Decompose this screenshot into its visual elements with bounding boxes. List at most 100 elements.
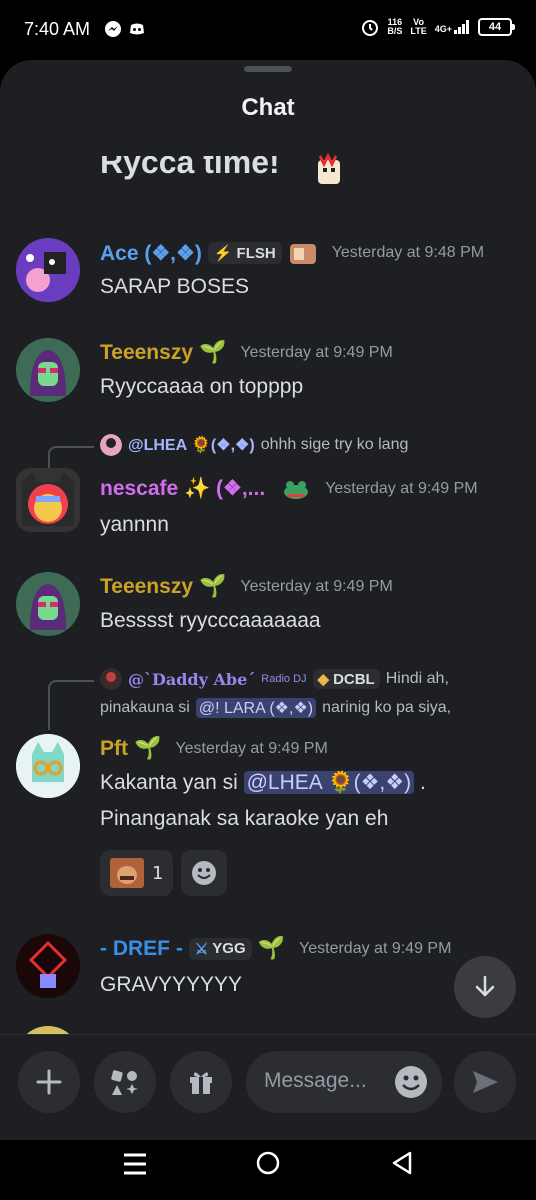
reply-author[interactable]: @`Daddy Abe´ (128, 670, 255, 689)
timestamp: Yesterday at 9:49 PM (325, 479, 478, 497)
reply-preview[interactable]: @LHEA 🌻(❖,❖) ohhh sige try ko lang (100, 434, 408, 456)
avatar[interactable] (16, 734, 80, 798)
message-text: GRAVYYYYYY (100, 973, 242, 996)
back-icon[interactable] (390, 1150, 414, 1176)
network-type: 4G+ (434, 24, 452, 34)
page-title: Chat (241, 94, 295, 121)
message-text: Kakanta yan si @LHEA 🌻(❖,❖) . (100, 766, 426, 800)
timestamp: Yesterday at 9:49 PM (240, 577, 393, 595)
partial-message-text: Rycca time! (100, 144, 280, 180)
menu-icon[interactable] (122, 1152, 148, 1176)
reply-avatar (100, 668, 122, 690)
gift-button[interactable] (170, 1051, 232, 1113)
message-text-end: . (419, 771, 426, 794)
message-header: Teeenszy 🌱 Yesterday at 9:49 PM (100, 574, 393, 599)
message-header: Ace (❖,❖) ⚡ FLSH Yesterday at 9:48 PM (100, 240, 484, 266)
seedling-icon: 🌱 (199, 574, 227, 599)
avatar[interactable] (16, 468, 80, 532)
username[interactable]: Teeenszy (100, 575, 193, 599)
volte-indicator: Vo LTE (410, 18, 426, 36)
message-item[interactable]: Ace (❖,❖) ⚡ FLSH Yesterday at 9:48 PM SA… (0, 232, 536, 312)
gift-icon (190, 1072, 212, 1094)
battery-icon: 44 (478, 18, 515, 36)
tag-icon: ◆ (317, 671, 330, 688)
system-nav-bar (0, 1140, 536, 1200)
frog-icon (284, 480, 309, 499)
battery-level: 44 (488, 21, 502, 33)
reaction-chip[interactable]: 1 (100, 850, 174, 896)
reply-role: Radio DJ (261, 673, 307, 685)
messenger-icon (105, 21, 121, 37)
jump-to-bottom-button[interactable] (454, 956, 516, 1018)
avatar[interactable] (16, 338, 80, 402)
avatar[interactable] (16, 572, 80, 636)
reaction-count: 1 (152, 862, 164, 884)
reply-connector (48, 680, 94, 730)
message-text: Ryyccaaaa on topppp (100, 375, 304, 398)
sword-icon: ⚔ (194, 940, 209, 958)
message-text: SARAP BOSES (100, 275, 250, 298)
server-tag[interactable]: ⚔ YGG (188, 937, 252, 960)
apps-icon (111, 1070, 138, 1095)
apps-button[interactable] (94, 1051, 156, 1113)
message-composer: Message... (0, 1034, 536, 1140)
server-tag-label: FLSH (236, 244, 276, 262)
username[interactable]: Pft (100, 737, 128, 761)
sheet-drag-handle[interactable] (244, 66, 292, 72)
username[interactable]: Teeenszy (100, 341, 193, 365)
net-speed: 116 B/S (387, 18, 402, 36)
reaction-emoji-icon (110, 858, 144, 888)
send-button[interactable] (454, 1051, 516, 1113)
seedling-icon: 🌱 (199, 340, 227, 365)
timestamp: Yesterday at 9:49 PM (299, 939, 452, 957)
message-item[interactable]: Teeenszy 🌱 Yesterday at 9:49 PM Ryyccaaa… (0, 332, 536, 412)
message-item[interactable]: nescafe ✨ (❖,... Yesterday at 9:49 PM ya… (0, 466, 536, 546)
send-icon (473, 1071, 498, 1093)
message-text-start: Kakanta yan si (100, 771, 238, 794)
message-header: Teeenszy 🌱 Yesterday at 9:49 PM (100, 340, 393, 365)
username[interactable]: Ace (❖,❖) (100, 241, 202, 266)
attach-button[interactable] (18, 1051, 80, 1113)
username[interactable]: nescafe ✨ (❖,... (100, 476, 265, 501)
reply-connector (48, 446, 94, 468)
volte-bottom: LTE (410, 26, 427, 36)
plus-icon (36, 1069, 62, 1095)
timestamp: Yesterday at 9:48 PM (331, 244, 485, 261)
server-tag[interactable]: ⚡ FLSH (207, 242, 282, 264)
emoji-icon (192, 861, 217, 885)
home-icon[interactable] (255, 1150, 281, 1176)
lightning-icon: ⚡ (213, 245, 233, 262)
alarm-icon (362, 20, 379, 36)
avatar[interactable] (16, 934, 80, 998)
message-header: Pft 🌱 Yesterday at 9:49 PM (100, 736, 328, 761)
message-header: - DREF - ⚔ YGG 🌱 Yesterday at 9:49 PM (100, 936, 451, 961)
reply-text: ohhh sige try ko lang (260, 436, 409, 453)
reply-text-line2: pinakauna si (100, 699, 190, 716)
server-tag-label: YGG (212, 940, 246, 957)
username[interactable]: - DREF - (100, 937, 183, 961)
message-input-placeholder: Message... (264, 1069, 367, 1092)
reply-author[interactable]: @LHEA 🌻(❖,❖) (128, 435, 255, 455)
reply-text-line2-end: narinig ko pa siya, (322, 699, 452, 716)
message-text: Besssst ryycccaaaaaaa (100, 609, 321, 632)
status-time: 7:40 AM (24, 19, 91, 39)
message-item[interactable]: Pft 🌱 Yesterday at 9:49 PM Kakanta yan s… (0, 730, 536, 930)
net-speed-unit: B/S (387, 26, 403, 36)
status-bar: 7:40 AM 116 B/S Vo LTE 4G+ 44 (0, 0, 536, 60)
server-tag-label: DCBL (333, 670, 375, 688)
emoji-icon[interactable] (394, 1065, 428, 1099)
message-item[interactable]: Teeenszy 🌱 Yesterday at 9:49 PM Besssst … (0, 566, 536, 646)
server-tag[interactable]: ◆ DCBL (312, 669, 380, 689)
avatar[interactable] (16, 238, 80, 302)
message-text-line2: Pinanganak sa karaoke yan eh (100, 807, 389, 830)
mention[interactable]: @! LARA (❖,❖) (195, 698, 317, 718)
message-input[interactable]: Message... (246, 1051, 442, 1113)
arrow-down-icon (475, 975, 495, 997)
signal-icon: 4G+ (435, 20, 470, 34)
message-header: nescafe ✨ (❖,... Yesterday at 9:49 PM (100, 476, 478, 501)
timestamp: Yesterday at 9:49 PM (240, 343, 393, 361)
reply-preview[interactable]: @`Daddy Abe´ Radio DJ ◆ DCBL Hindi ah, (100, 668, 449, 690)
discord-icon (130, 23, 144, 35)
add-reaction-button[interactable] (181, 850, 228, 896)
mention[interactable]: @LHEA 🌻(❖,❖) (243, 771, 415, 794)
